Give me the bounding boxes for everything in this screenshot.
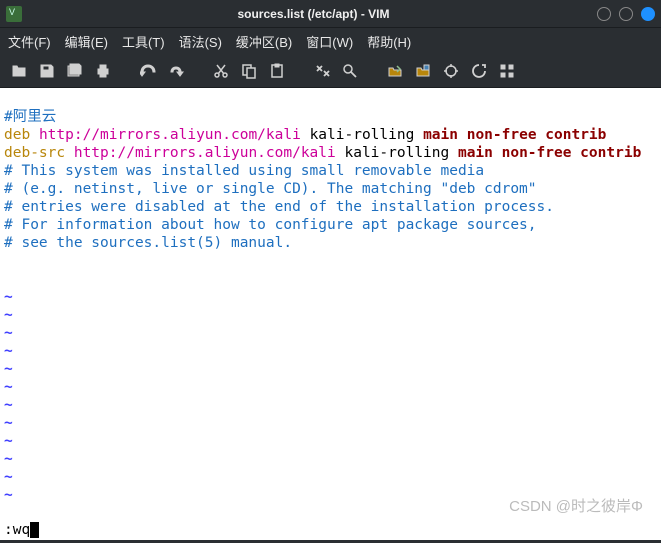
tilde-line: ~ [4,451,13,467]
tilde-line: ~ [4,343,13,359]
make-icon[interactable] [468,60,490,82]
save-icon[interactable] [36,60,58,82]
window-controls [597,7,655,21]
undo-icon[interactable] [137,60,159,82]
tilde-line: ~ [4,487,13,503]
tilde-line: ~ [4,433,13,449]
command-line[interactable]: :wq [0,518,661,540]
session-load-icon[interactable] [384,60,406,82]
save-all-icon[interactable] [64,60,86,82]
find-replace-icon[interactable] [311,60,333,82]
editor-area[interactable]: #阿里云 deb http://mirrors.aliyun.com/kali … [0,88,661,518]
menubar: 文件(F) 编辑(E) 工具(T) 语法(S) 缓冲区(B) 窗口(W) 帮助(… [0,28,661,54]
comment-line: # see the sources.list(5) manual. [4,235,292,251]
close-button[interactable] [641,7,655,21]
find-next-icon[interactable] [339,60,361,82]
toolbar [0,54,661,88]
paste-icon[interactable] [266,60,288,82]
tilde-line: ~ [4,397,13,413]
comment-line: # (e.g. netinst, live or single CD). The… [4,181,537,197]
deb-components: main non-free contrib [423,127,606,143]
open-icon[interactable] [8,60,30,82]
titlebar: sources.list (/etc/apt) - VIM [0,0,661,28]
vim-app-icon [6,6,22,22]
debsrc-components: main non-free contrib [458,145,641,161]
debsrc-keyword: deb-src [4,145,65,161]
debsrc-url: http://mirrors.aliyun.com/kali [74,145,336,161]
tilde-line: ~ [4,415,13,431]
session-save-icon[interactable] [412,60,434,82]
redo-icon[interactable] [165,60,187,82]
tilde-line: ~ [4,361,13,377]
comment-line: #阿里云 [4,109,56,125]
deb-keyword: deb [4,127,30,143]
menu-buffers[interactable]: 缓冲区(B) [236,32,292,51]
menu-edit[interactable]: 编辑(E) [65,32,108,51]
tilde-line: ~ [4,289,13,305]
menu-syntax[interactable]: 语法(S) [179,32,222,51]
minimize-button[interactable] [597,7,611,21]
tilde-line: ~ [4,325,13,341]
deb-dist: kali-rolling [301,127,423,143]
command-text: :wq [4,522,30,538]
cut-icon[interactable] [210,60,232,82]
deb-url: http://mirrors.aliyun.com/kali [39,127,301,143]
comment-line: # entries were disabled at the end of th… [4,199,554,215]
menu-window[interactable]: 窗口(W) [306,32,353,51]
copy-icon[interactable] [238,60,260,82]
menu-help[interactable]: 帮助(H) [367,32,411,51]
tilde-line: ~ [4,469,13,485]
debsrc-dist: kali-rolling [336,145,458,161]
comment-line: # For information about how to configure… [4,217,537,233]
maximize-button[interactable] [619,7,633,21]
cursor [30,522,39,538]
tags-icon[interactable] [496,60,518,82]
watermark: CSDN @时之彼岸Φ [509,498,643,516]
tilde-line: ~ [4,307,13,323]
tilde-line: ~ [4,379,13,395]
menu-tools[interactable]: 工具(T) [122,32,165,51]
run-script-icon[interactable] [440,60,462,82]
print-icon[interactable] [92,60,114,82]
window-title: sources.list (/etc/apt) - VIM [30,7,597,21]
comment-line: # This system was installed using small … [4,163,484,179]
menu-file[interactable]: 文件(F) [8,32,51,51]
